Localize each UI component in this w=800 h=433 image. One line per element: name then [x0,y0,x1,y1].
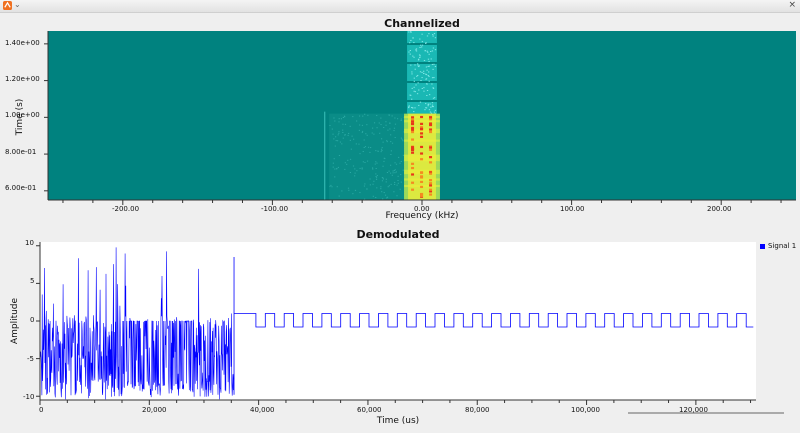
waterfall-ytick: 8.00e-01 [5,148,37,156]
timeplot-ytick: -5 [27,355,34,363]
legend-swatch [760,243,765,249]
waterfall-xtick: 100.00 [560,205,585,213]
timeplot-ytick: 5 [30,277,35,285]
window-titlebar: ⌄ × [0,0,800,13]
waterfall-xtick: -200.00 [112,205,140,213]
waterfall-title: Channelized [384,17,460,30]
timeplot-ytick: 10 [25,239,34,247]
waterfall-xtick: 200.00 [707,205,732,213]
timeplot-axes [36,242,784,414]
timeplot-legend[interactable]: Signal 1 [760,242,796,250]
waterfall-ytick: 6.00e-01 [5,184,37,192]
timeplot-title: Demodulated [356,228,440,241]
waterfall-ytick: 1.20e+00 [5,75,40,83]
waterfall-ytick: 1.00e+00 [5,111,40,119]
window-close-button[interactable]: × [788,0,796,11]
waterfall-axes [44,31,796,205]
timeplot-xlabel: Time (us) [376,416,420,426]
waterfall-xtick: 0.00 [414,205,430,213]
timeplot-ytick: -10 [23,393,35,401]
app-icon [3,1,12,10]
waterfall-ytick: 1.40e+00 [5,39,40,47]
waterfall-xtick: -100.00 [261,205,289,213]
window-menu-chevron-icon[interactable]: ⌄ [14,0,21,10]
legend-label: Signal 1 [768,242,797,250]
timeplot-ytick: 0 [30,316,35,324]
timeplot-ylabel: Amplitude [10,297,20,345]
